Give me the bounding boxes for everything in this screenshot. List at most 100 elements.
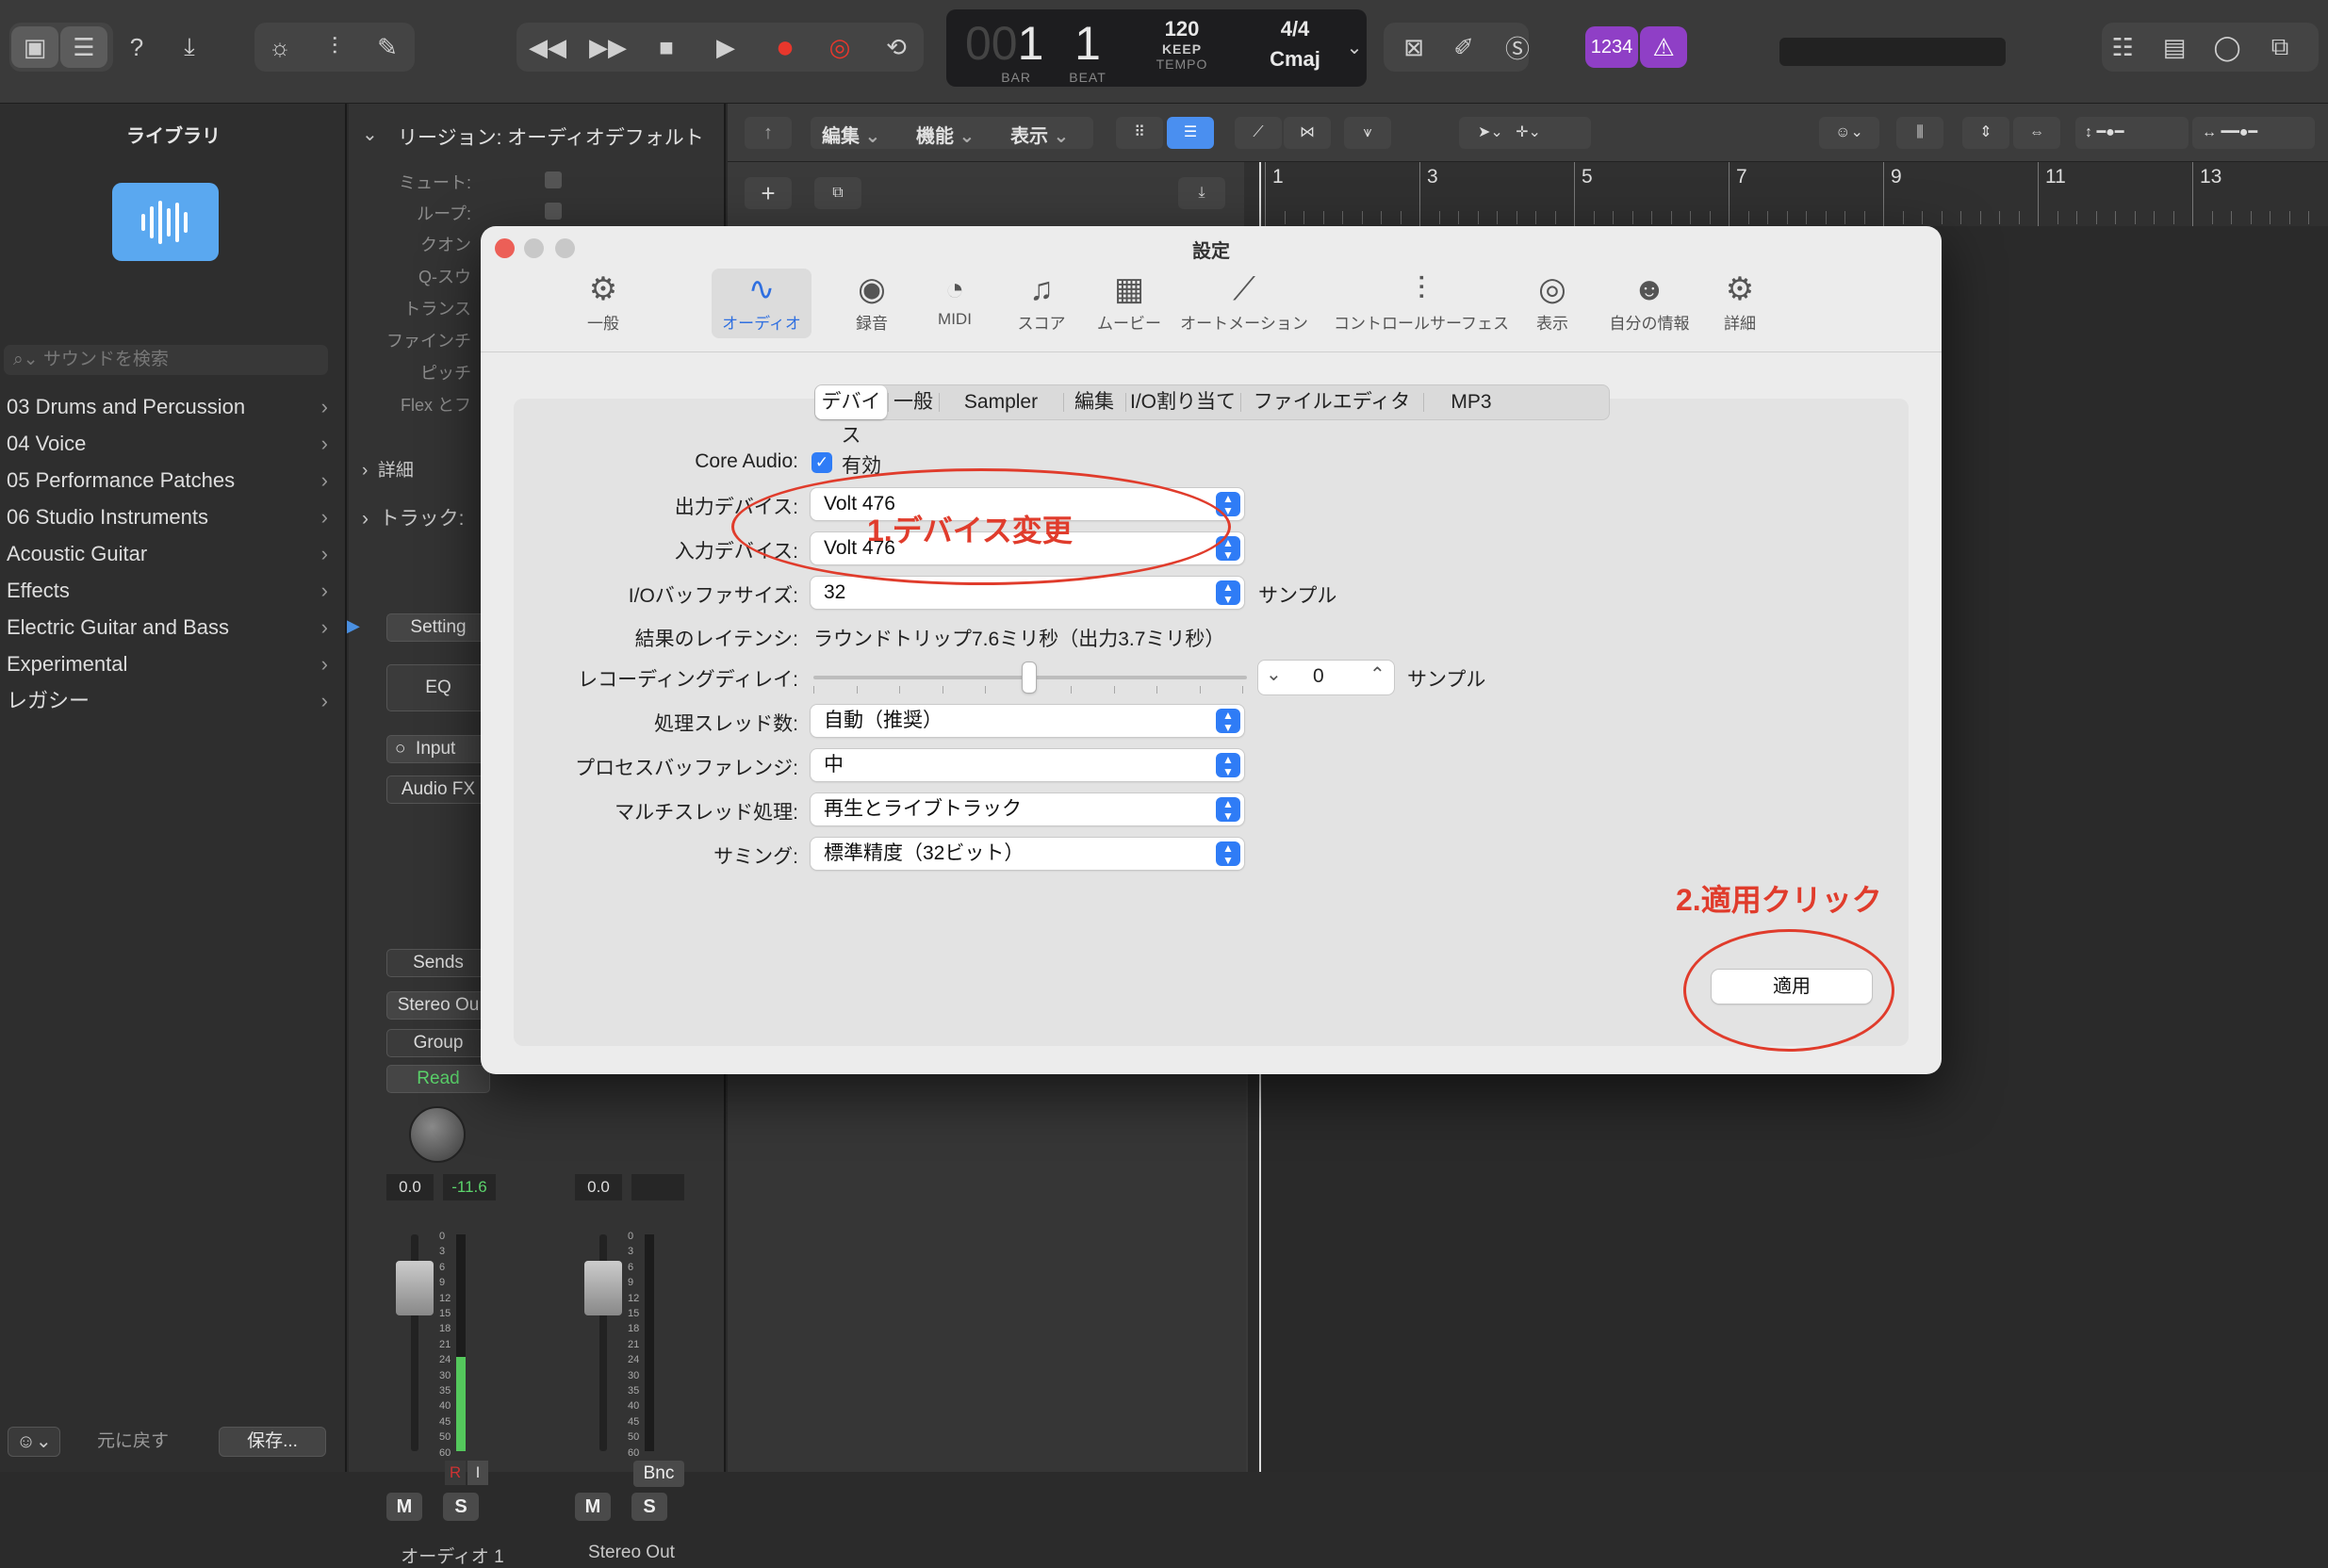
ruler-bar-number: 13 [2200, 166, 2221, 188]
library-search-input[interactable]: ⌕⌄ サウンドを検索 [4, 345, 328, 375]
save-button[interactable]: 保存... [219, 1427, 326, 1457]
track-disclosure[interactable]: › トラック: [362, 503, 465, 531]
vertical-zoom-slider[interactable]: ↕ ━●━ [2075, 117, 2189, 149]
loop-browser-icon[interactable]: ◯ [2204, 26, 2251, 68]
automation-view-icon[interactable]: ⟋ [1235, 117, 1282, 149]
channel1-name[interactable]: オーディオ 1 [386, 1543, 518, 1568]
region-field-checkbox[interactable] [545, 172, 562, 188]
library-item[interactable]: Effects› [0, 573, 339, 609]
tuner-icon[interactable]: ✐ [1440, 26, 1487, 68]
timeline-ruler[interactable]: 135791113 [1244, 162, 2328, 226]
channel2-fader-handle[interactable] [584, 1261, 622, 1315]
library-item[interactable]: レガシー› [0, 683, 339, 719]
snap-icon[interactable]: ⩛ [1344, 117, 1391, 149]
smart-controls-icon[interactable]: ☼ [256, 26, 303, 68]
cycle-icon[interactable]: ⟲ [873, 26, 920, 68]
vertical-fit-icon[interactable]: ⇕ [1962, 117, 2009, 149]
region-header[interactable]: リージョン: オーディオデフォルト [398, 122, 704, 151]
stop-icon[interactable]: ■ [643, 26, 690, 68]
ruler-tick [1381, 211, 1382, 224]
library-item[interactable]: Acoustic Guitar› [0, 536, 339, 572]
horizontal-zoom-slider[interactable]: ↔ ━━●━ [2192, 117, 2315, 149]
lcd-display[interactable]: 001 BAR 1 BEAT 120 KEEP TEMPO 4/4 Cmaj [946, 9, 1367, 87]
core-audio-checkbox[interactable]: ✓ [812, 452, 832, 473]
recording-delay-slider-thumb[interactable] [1023, 662, 1036, 693]
waveform-zoom-icon[interactable]: ⫼ [1896, 117, 1943, 149]
record-icon[interactable]: ● [762, 26, 809, 68]
record-enable-button[interactable]: R [445, 1461, 466, 1485]
rewind-icon[interactable]: ◀◀ [524, 26, 571, 68]
library-options-button[interactable]: ☺⌄ [8, 1427, 60, 1457]
tracks-menu-item[interactable]: 機能 ⌄ [916, 121, 975, 148]
grid-view-icon[interactable]: ⠿ [1116, 117, 1163, 149]
replace-record-icon[interactable]: ◎ [816, 26, 863, 68]
revert-button[interactable]: 元に戻す [90, 1427, 175, 1457]
smiley-menu-icon[interactable]: ☺⌄ [1819, 117, 1879, 149]
library-item[interactable]: Electric Guitar and Bass› [0, 610, 339, 645]
library-toggle-icon[interactable]: ▣ [11, 26, 58, 68]
library-item[interactable]: 06 Studio Instruments› [0, 499, 339, 535]
sends-button[interactable]: Sends [386, 949, 490, 977]
input-monitor-button[interactable]: I [467, 1461, 488, 1485]
bounce-button[interactable]: Bnc [633, 1461, 684, 1487]
output-button[interactable]: Stereo Ou [386, 991, 490, 1020]
recording-delay-stepper[interactable]: ⌄ 0 ⌃ [1258, 661, 1394, 694]
eq-button[interactable]: EQ [386, 664, 490, 711]
pointer-tool-icon[interactable]: ➤⌄ ✛⌄ [1459, 117, 1591, 149]
detail-disclosure[interactable]: › 詳細 [362, 456, 414, 482]
mixer-icon[interactable]: ⫶ [311, 26, 358, 68]
channel1-mute-button[interactable]: M [386, 1493, 422, 1521]
horizontal-fit-icon[interactable]: ⇔ [2013, 117, 2060, 149]
list-view-icon[interactable]: ☰ [1167, 117, 1214, 149]
library-item[interactable]: 05 Performance Patches› [0, 463, 339, 498]
group-button[interactable]: Group [386, 1029, 490, 1057]
flex-icon[interactable]: ⋈ [1284, 117, 1331, 149]
inspector-toggle-icon[interactable]: ☰ [60, 26, 107, 68]
region-header-chevron-icon[interactable]: ⌄ [362, 122, 378, 146]
library-item[interactable]: Experimental› [0, 646, 339, 682]
library-item[interactable]: 03 Drums and Percussion› [0, 389, 339, 425]
library-item[interactable]: 04 Voice› [0, 426, 339, 462]
play-icon[interactable]: ▶ [702, 26, 749, 68]
channel1-solo-button[interactable]: S [443, 1493, 479, 1521]
automation-mode-button[interactable]: Read [386, 1065, 490, 1093]
increment-icon[interactable]: ⌃ [1369, 662, 1385, 686]
decrement-icon[interactable]: ⌄ [1266, 662, 1282, 686]
catch-playhead-icon[interactable]: ↑ [745, 117, 792, 149]
region-field-checkbox[interactable] [545, 203, 562, 220]
setting-button[interactable]: Setting [386, 613, 490, 642]
low-latency-icon[interactable]: ⊠ [1390, 26, 1437, 68]
browser-icon[interactable]: ⧉ [2256, 26, 2303, 68]
inspector-selection-arrow-icon: ▶ [347, 616, 360, 636]
download-icon[interactable]: ⤓ [166, 26, 213, 68]
duplicate-track-button[interactable]: ⧉ [814, 177, 861, 209]
forward-icon[interactable]: ▶▶ [584, 26, 631, 68]
solo-icon[interactable]: Ⓢ [1494, 26, 1541, 68]
threads-select[interactable]: 自動（推奨）▲▼ [811, 705, 1244, 737]
count-in-button[interactable]: 1234 [1585, 26, 1638, 68]
tracks-menu-item[interactable]: 表示 ⌄ [1010, 121, 1069, 148]
multithread-select[interactable]: 再生とライブトラック▲▼ [811, 793, 1244, 825]
audio-fx-button[interactable]: Audio FX [386, 776, 490, 804]
ruler-tick [1303, 211, 1304, 224]
metronome-icon[interactable]: ⚠ [1640, 26, 1687, 68]
notepad-icon[interactable]: ▤ [2151, 26, 2198, 68]
pan-knob[interactable] [409, 1106, 466, 1163]
help-icon[interactable]: ? [113, 26, 160, 68]
process-buffer-select[interactable]: 中▲▼ [811, 749, 1244, 781]
lcd-beat-label: BEAT [1059, 70, 1116, 85]
lcd-menu-chevron-icon[interactable]: ⌄ [1331, 26, 1378, 68]
channel1-fader-handle[interactable] [396, 1261, 434, 1315]
editors-icon[interactable]: ✎ [364, 26, 411, 68]
add-track-button[interactable]: + [745, 177, 792, 209]
tracks-menu-item[interactable]: 編集 ⌄ [822, 121, 880, 148]
meter-tick-label: 15 [628, 1308, 639, 1319]
list-editors-icon[interactable]: ☷ [2099, 26, 2146, 68]
track-download-button[interactable]: ⤓ [1178, 177, 1225, 209]
summing-select[interactable]: 標準精度（32ビット）▲▼ [811, 838, 1244, 870]
channel2-mute-button[interactable]: M [575, 1493, 611, 1521]
input-button[interactable]: ○ Input [386, 735, 490, 763]
channel2-name[interactable]: Stereo Out [566, 1543, 697, 1563]
channel2-solo-button[interactable]: S [631, 1493, 667, 1521]
library-audio-patch-icon[interactable] [112, 183, 219, 261]
